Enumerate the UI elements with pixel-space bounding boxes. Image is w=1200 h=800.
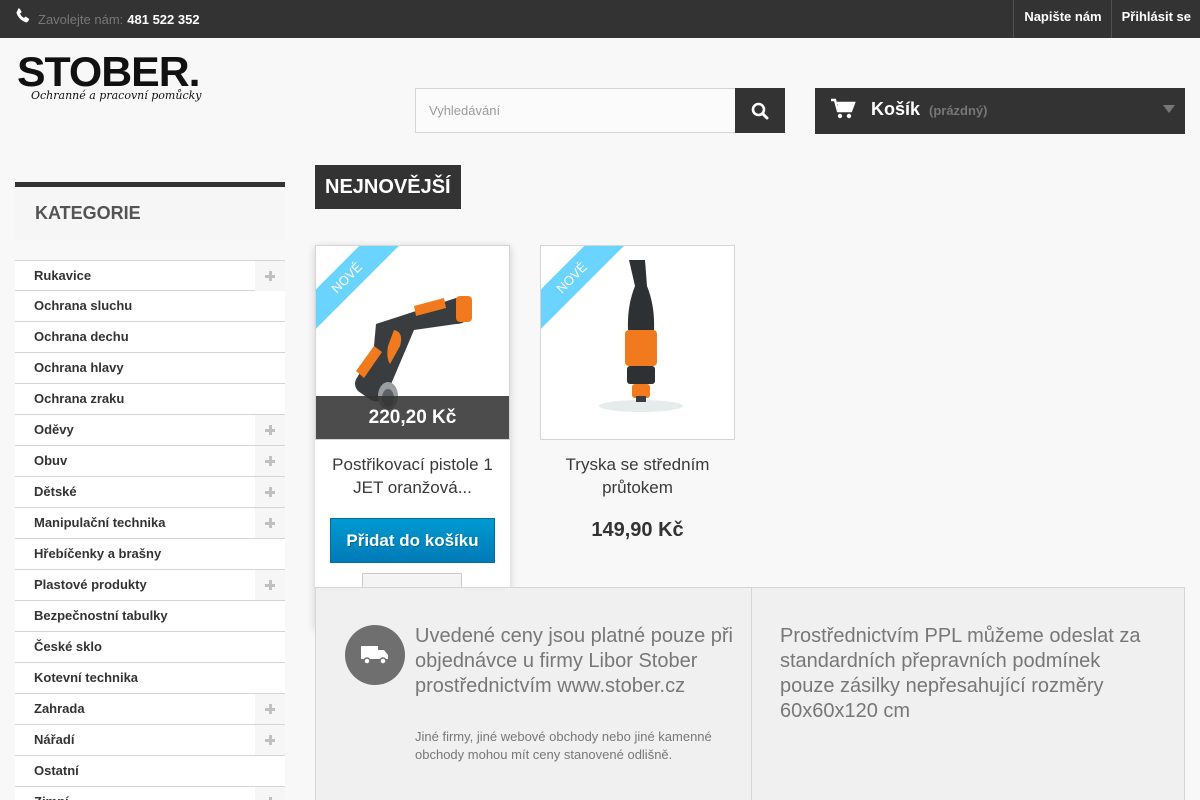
sidebar-category-item[interactable]: Ochrana zraku xyxy=(15,384,285,415)
sidebar-category-label[interactable]: Hřebíčenky a brašny xyxy=(34,539,161,569)
sidebar-category-item[interactable]: Zahrada xyxy=(15,694,285,725)
info-blocks: Uvedené ceny jsou platné pouze při objed… xyxy=(315,587,1185,800)
search-input[interactable] xyxy=(415,88,736,133)
expand-plus-icon[interactable] xyxy=(255,477,285,507)
sidebar-category-item[interactable]: Dětské xyxy=(15,477,285,508)
call-label: Zavolejte nám: xyxy=(38,11,124,27)
product-image[interactable]: Nové xyxy=(540,245,735,440)
search-button[interactable] xyxy=(735,88,785,133)
cart-block[interactable]: Košík (prázdný) xyxy=(815,88,1185,134)
sidebar-category-item[interactable]: Obuv xyxy=(15,446,285,477)
site-logo[interactable]: STOBER. Ochranné a pracovní pomůcky xyxy=(15,48,215,108)
new-ribbon: Nové xyxy=(541,246,627,332)
cart-title: Košík xyxy=(871,99,921,119)
expand-plus-icon[interactable] xyxy=(255,694,285,724)
sidebar-category-item[interactable]: Oděvy xyxy=(15,415,285,446)
product-name[interactable]: Postřikovací pistole 1 JET oranžová... xyxy=(315,453,510,499)
add-to-cart-button[interactable]: Přidat do košíku xyxy=(330,518,495,563)
sidebar-category-label[interactable]: Ochrana sluchu xyxy=(34,291,132,321)
expand-plus-icon[interactable] xyxy=(255,725,285,755)
product-price-overlay: 220,20 Kč xyxy=(316,396,509,439)
cart-icon xyxy=(831,98,856,119)
product-name[interactable]: Tryska se středním průtokem xyxy=(540,453,735,499)
product-price: 149,90 Kč xyxy=(591,519,684,541)
user-links: Napište nám Přihlásit se xyxy=(1013,0,1200,38)
shipping-info-text: Prostřednictvím PPL můžeme odeslat za st… xyxy=(780,625,1141,722)
sidebar-category-label[interactable]: Kotevní technika xyxy=(34,663,138,693)
sidebar-category-label[interactable]: Ochrana dechu xyxy=(34,322,129,352)
chevron-down-icon xyxy=(1163,105,1175,113)
price-info-text: Uvedené ceny jsou platné pouze při objed… xyxy=(415,625,733,697)
sidebar-category-item[interactable]: Hřebíčenky a brašny xyxy=(15,539,285,570)
expand-plus-icon[interactable] xyxy=(255,446,285,476)
sidebar-category-item[interactable]: Nářadí xyxy=(15,725,285,756)
sidebar-category-item[interactable]: Ostatní xyxy=(15,756,285,787)
sidebar-category-label[interactable]: Ochrana zraku xyxy=(34,384,124,414)
categories-title: KATEGORIE xyxy=(35,203,141,223)
sidebar-category-label[interactable]: Ostatní xyxy=(34,756,79,786)
sidebar-category-label[interactable]: Ochrana hlavy xyxy=(34,353,124,383)
sidebar-category-label[interactable]: Bezpečnostní tabulky xyxy=(34,601,168,631)
sidebar-category-label[interactable]: České sklo xyxy=(34,632,102,662)
sidebar-category-item[interactable]: Rukavice xyxy=(15,260,285,291)
sidebar-category-item[interactable]: Plastové produkty xyxy=(15,570,285,601)
contact-link[interactable]: Napište nám xyxy=(1013,0,1110,38)
search-bar xyxy=(415,88,785,133)
contact-phone: Zavolejte nám: 481 522 352 xyxy=(15,0,200,38)
phone-number[interactable]: 481 522 352 xyxy=(127,12,199,27)
sidebar-category-label[interactable]: Nářadí xyxy=(34,725,74,755)
cart-state: (prázdný) xyxy=(929,103,988,118)
product-image[interactable]: Nové 220,20 Kč xyxy=(315,245,510,440)
expand-plus-icon[interactable] xyxy=(255,570,285,600)
sidebar-category-item[interactable]: České sklo xyxy=(15,632,285,663)
sidebar-category-label[interactable]: Zimní xyxy=(34,787,69,800)
phone-icon xyxy=(16,8,30,23)
sidebar-category-label[interactable]: Manipulační technika xyxy=(34,508,165,538)
sidebar-category-item[interactable]: Kotevní technika xyxy=(15,663,285,694)
logo-tagline: Ochranné a pracovní pomůcky xyxy=(31,89,202,102)
expand-plus-icon[interactable] xyxy=(255,787,285,800)
expand-plus-icon[interactable] xyxy=(255,261,285,291)
sidebar-category-item[interactable]: Bezpečnostní tabulky xyxy=(15,601,285,632)
price-info-note: Jiné firmy, jiné webové obchody nebo jin… xyxy=(415,729,712,762)
sidebar-category-label[interactable]: Dětské xyxy=(34,477,77,507)
sidebar-category-item[interactable]: Ochrana hlavy xyxy=(15,353,285,384)
sidebar-category-item[interactable]: Zimní xyxy=(15,787,285,800)
price-info-block: Uvedené ceny jsou platné pouze při objed… xyxy=(316,588,752,800)
sidebar-category-label[interactable]: Rukavice xyxy=(34,261,91,291)
sidebar-category-item[interactable]: Ochrana dechu xyxy=(15,322,285,353)
sidebar-category-label[interactable]: Oděvy xyxy=(34,415,74,445)
truck-icon xyxy=(345,625,405,685)
expand-plus-icon[interactable] xyxy=(255,508,285,538)
top-bar: Zavolejte nám: 481 522 352 Napište nám P… xyxy=(0,0,1200,38)
sidebar-category-label[interactable]: Obuv xyxy=(34,446,67,476)
sidebar-category-label[interactable]: Plastové produkty xyxy=(34,570,147,600)
categories-list: Rukavice Ochrana sluchu Ochrana dechu Ochra… xyxy=(15,260,285,800)
sidebar-category-label[interactable]: Zahrada xyxy=(34,694,85,724)
sidebar-category-item[interactable]: Ochrana sluchu xyxy=(15,291,285,322)
categories-header: KATEGORIE xyxy=(15,182,285,240)
new-ribbon: Nové xyxy=(316,246,402,332)
login-link[interactable]: Přihlásit se xyxy=(1110,0,1200,38)
search-icon xyxy=(751,102,769,119)
sidebar-category-item[interactable]: Manipulační technika xyxy=(15,508,285,539)
newest-heading: NEJNOVĚJŠÍ xyxy=(315,165,461,209)
expand-plus-icon[interactable] xyxy=(255,415,285,445)
